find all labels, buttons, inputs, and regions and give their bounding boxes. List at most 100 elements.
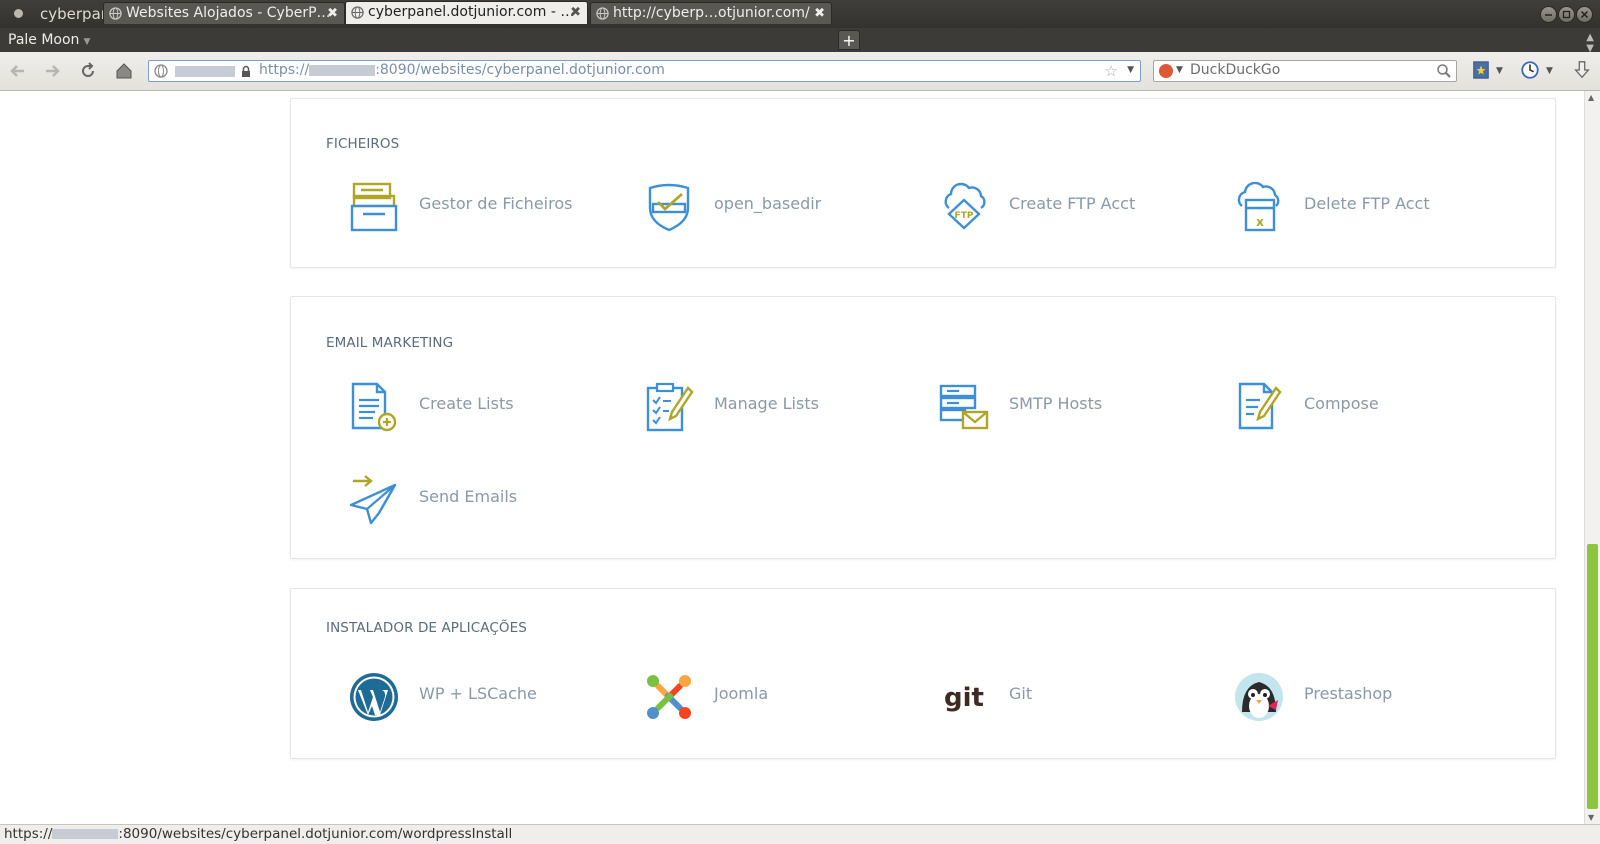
shield-check-icon: [648, 183, 690, 232]
search-icon[interactable]: [1436, 63, 1452, 79]
create-ftp-link[interactable]: FTP Create FTP Acct: [939, 177, 1229, 237]
create-lists-label: Create Lists: [419, 394, 514, 413]
bookmarks-icon[interactable]: [1471, 60, 1491, 80]
chevron-down-icon[interactable]: ▼: [1127, 65, 1134, 75]
open-basedir-label: open_basedir: [714, 194, 822, 213]
ftp-delete-icon: x: [1237, 182, 1280, 232]
page-scrollbar[interactable]: ▲ ▼: [1584, 91, 1600, 824]
back-arrow-icon[interactable]: [8, 61, 28, 81]
send-emails-label: Send Emails: [419, 487, 518, 506]
git-icon: git: [944, 683, 984, 713]
tab-websites-alojados[interactable]: Websites Alojados - CyberP… ✖: [103, 2, 345, 24]
send-emails-link[interactable]: Send Emails: [349, 470, 639, 530]
manage-list-icon: [646, 382, 694, 432]
maximize-button[interactable]: [1558, 6, 1575, 23]
joomla-icon: [647, 675, 691, 719]
section-ficheiros: FICHEIROS Gestor de Ficheiros open_based…: [290, 98, 1556, 268]
redacted-host: [175, 66, 235, 77]
git-link[interactable]: git Git: [939, 667, 1229, 727]
lock-icon: [242, 65, 250, 77]
app-menu-button[interactable]: Pale Moon ▼: [0, 28, 98, 52]
compose-icon: [1238, 382, 1282, 430]
section-title: INSTALADOR DE APLICAÇÕES: [326, 620, 527, 636]
url-bar[interactable]: https://:8090/websites/cyberpanel.dotjun…: [148, 60, 1141, 82]
section-app-installer: INSTALADOR DE APLICAÇÕES WP + LSCache Jo…: [290, 588, 1556, 759]
compose-link[interactable]: Compose: [1234, 377, 1524, 437]
smtp-hosts-label: SMTP Hosts: [1009, 394, 1103, 413]
close-window-button[interactable]: [1576, 6, 1593, 23]
status-bar: https:// :8090/websites/cyberpanel.dotjun…: [0, 824, 1600, 844]
tab-bar: Pale Moon ▼: [0, 28, 1600, 52]
minimize-button[interactable]: [1540, 6, 1557, 23]
tab-cyberpanel[interactable]: cyberpanel.dotjunior.com - … ✖: [345, 1, 588, 24]
section-title: EMAIL MARKETING: [326, 335, 454, 351]
section-email-marketing: EMAIL MARKETING Create Lists Manage List…: [290, 296, 1556, 559]
delete-ftp-label: Delete FTP Acct: [1304, 194, 1430, 213]
delete-ftp-link[interactable]: x Delete FTP Acct: [1234, 177, 1524, 237]
scroll-down-arrow-icon[interactable]: ▼: [1588, 813, 1594, 822]
tab-label: cyberpanel.dotjunior.com - …: [368, 4, 575, 20]
prestashop-icon: [1235, 673, 1283, 721]
duckduckgo-icon[interactable]: [1159, 64, 1173, 78]
tab-label: Websites Alojados - CyberP…: [126, 5, 331, 21]
prestashop-link[interactable]: Prestashop: [1234, 667, 1524, 727]
ftp-cloud-icon: FTP: [944, 182, 986, 230]
navigation-toolbar: https://:8090/websites/cyberpanel.dotjun…: [0, 52, 1600, 91]
compose-label: Compose: [1304, 394, 1379, 413]
search-placeholder: DuckDuckGo: [1190, 62, 1281, 78]
close-tab-icon[interactable]: ✖: [570, 2, 581, 23]
reload-icon[interactable]: [78, 61, 98, 81]
search-bar[interactable]: ▼ DuckDuckGo: [1153, 60, 1457, 82]
tab-label: http://cyberp…otjunior.com/: [613, 5, 810, 21]
new-tab-button[interactable]: +: [838, 30, 860, 50]
status-url-prefix: https://: [4, 826, 53, 842]
svg-text:FTP: FTP: [955, 211, 974, 221]
section-title: FICHEIROS: [326, 136, 400, 152]
history-clock-icon[interactable]: [1520, 60, 1540, 80]
page-content: FICHEIROS Gestor de Ficheiros open_based…: [0, 91, 1585, 824]
home-icon[interactable]: [114, 61, 134, 81]
chevron-down-icon[interactable]: ▼: [1546, 66, 1553, 76]
smtp-server-icon: [939, 384, 989, 430]
wordpress-icon: [350, 673, 398, 721]
chevron-down-icon[interactable]: ▼: [1176, 65, 1183, 75]
svg-text:git: git: [944, 683, 984, 713]
smtp-hosts-link[interactable]: SMTP Hosts: [939, 377, 1229, 437]
tab-http-cyberpanel[interactable]: http://cyberp…otjunior.com/ ✖: [590, 2, 832, 24]
chevron-down-icon: ▼: [83, 37, 91, 47]
file-manager-label: Gestor de Ficheiros: [419, 194, 573, 213]
downloads-arrow-icon[interactable]: [1572, 60, 1592, 80]
tab-list-icon[interactable]: ▲ ▼: [1586, 32, 1594, 54]
manage-lists-label: Manage Lists: [714, 394, 819, 413]
bookmark-star-icon[interactable]: ☆: [1105, 62, 1118, 80]
prestashop-label: Prestashop: [1304, 684, 1393, 703]
manage-lists-link[interactable]: Manage Lists: [644, 377, 934, 437]
svg-text:x: x: [1256, 215, 1264, 229]
redacted-host: [52, 829, 119, 839]
app-icon: [14, 9, 23, 18]
file-manager-icon: [350, 182, 398, 232]
create-list-icon: [351, 382, 397, 432]
create-ftp-label: Create FTP Acct: [1009, 194, 1136, 213]
forward-arrow-icon[interactable]: [42, 61, 62, 81]
wp-lscache-link[interactable]: WP + LSCache: [349, 667, 639, 727]
scrollbar-thumb[interactable]: [1587, 544, 1598, 809]
url-text: https://:8090/websites/cyberpanel.dotjun…: [259, 62, 665, 78]
git-label: Git: [1009, 684, 1033, 703]
status-url-suffix: :8090/websites/cyberpanel.dotjunior.com/…: [118, 826, 513, 842]
globe-icon: [351, 6, 364, 19]
file-manager-link[interactable]: Gestor de Ficheiros: [349, 177, 639, 237]
close-tab-icon[interactable]: ✖: [814, 3, 825, 24]
app-menu-label: Pale Moon: [8, 32, 80, 48]
chevron-down-icon[interactable]: ▼: [1496, 66, 1503, 76]
globe-icon: [109, 7, 122, 20]
joomla-link[interactable]: Joomla: [644, 667, 934, 727]
open-basedir-link[interactable]: open_basedir: [644, 177, 934, 237]
close-tab-icon[interactable]: ✖: [327, 3, 338, 24]
wp-lscache-label: WP + LSCache: [419, 684, 537, 703]
globe-icon: [596, 7, 609, 20]
site-identity-icon[interactable]: [154, 64, 168, 78]
create-lists-link[interactable]: Create Lists: [349, 377, 639, 437]
scroll-up-arrow-icon[interactable]: ▲: [1588, 93, 1594, 102]
paper-plane-icon: [349, 475, 397, 525]
